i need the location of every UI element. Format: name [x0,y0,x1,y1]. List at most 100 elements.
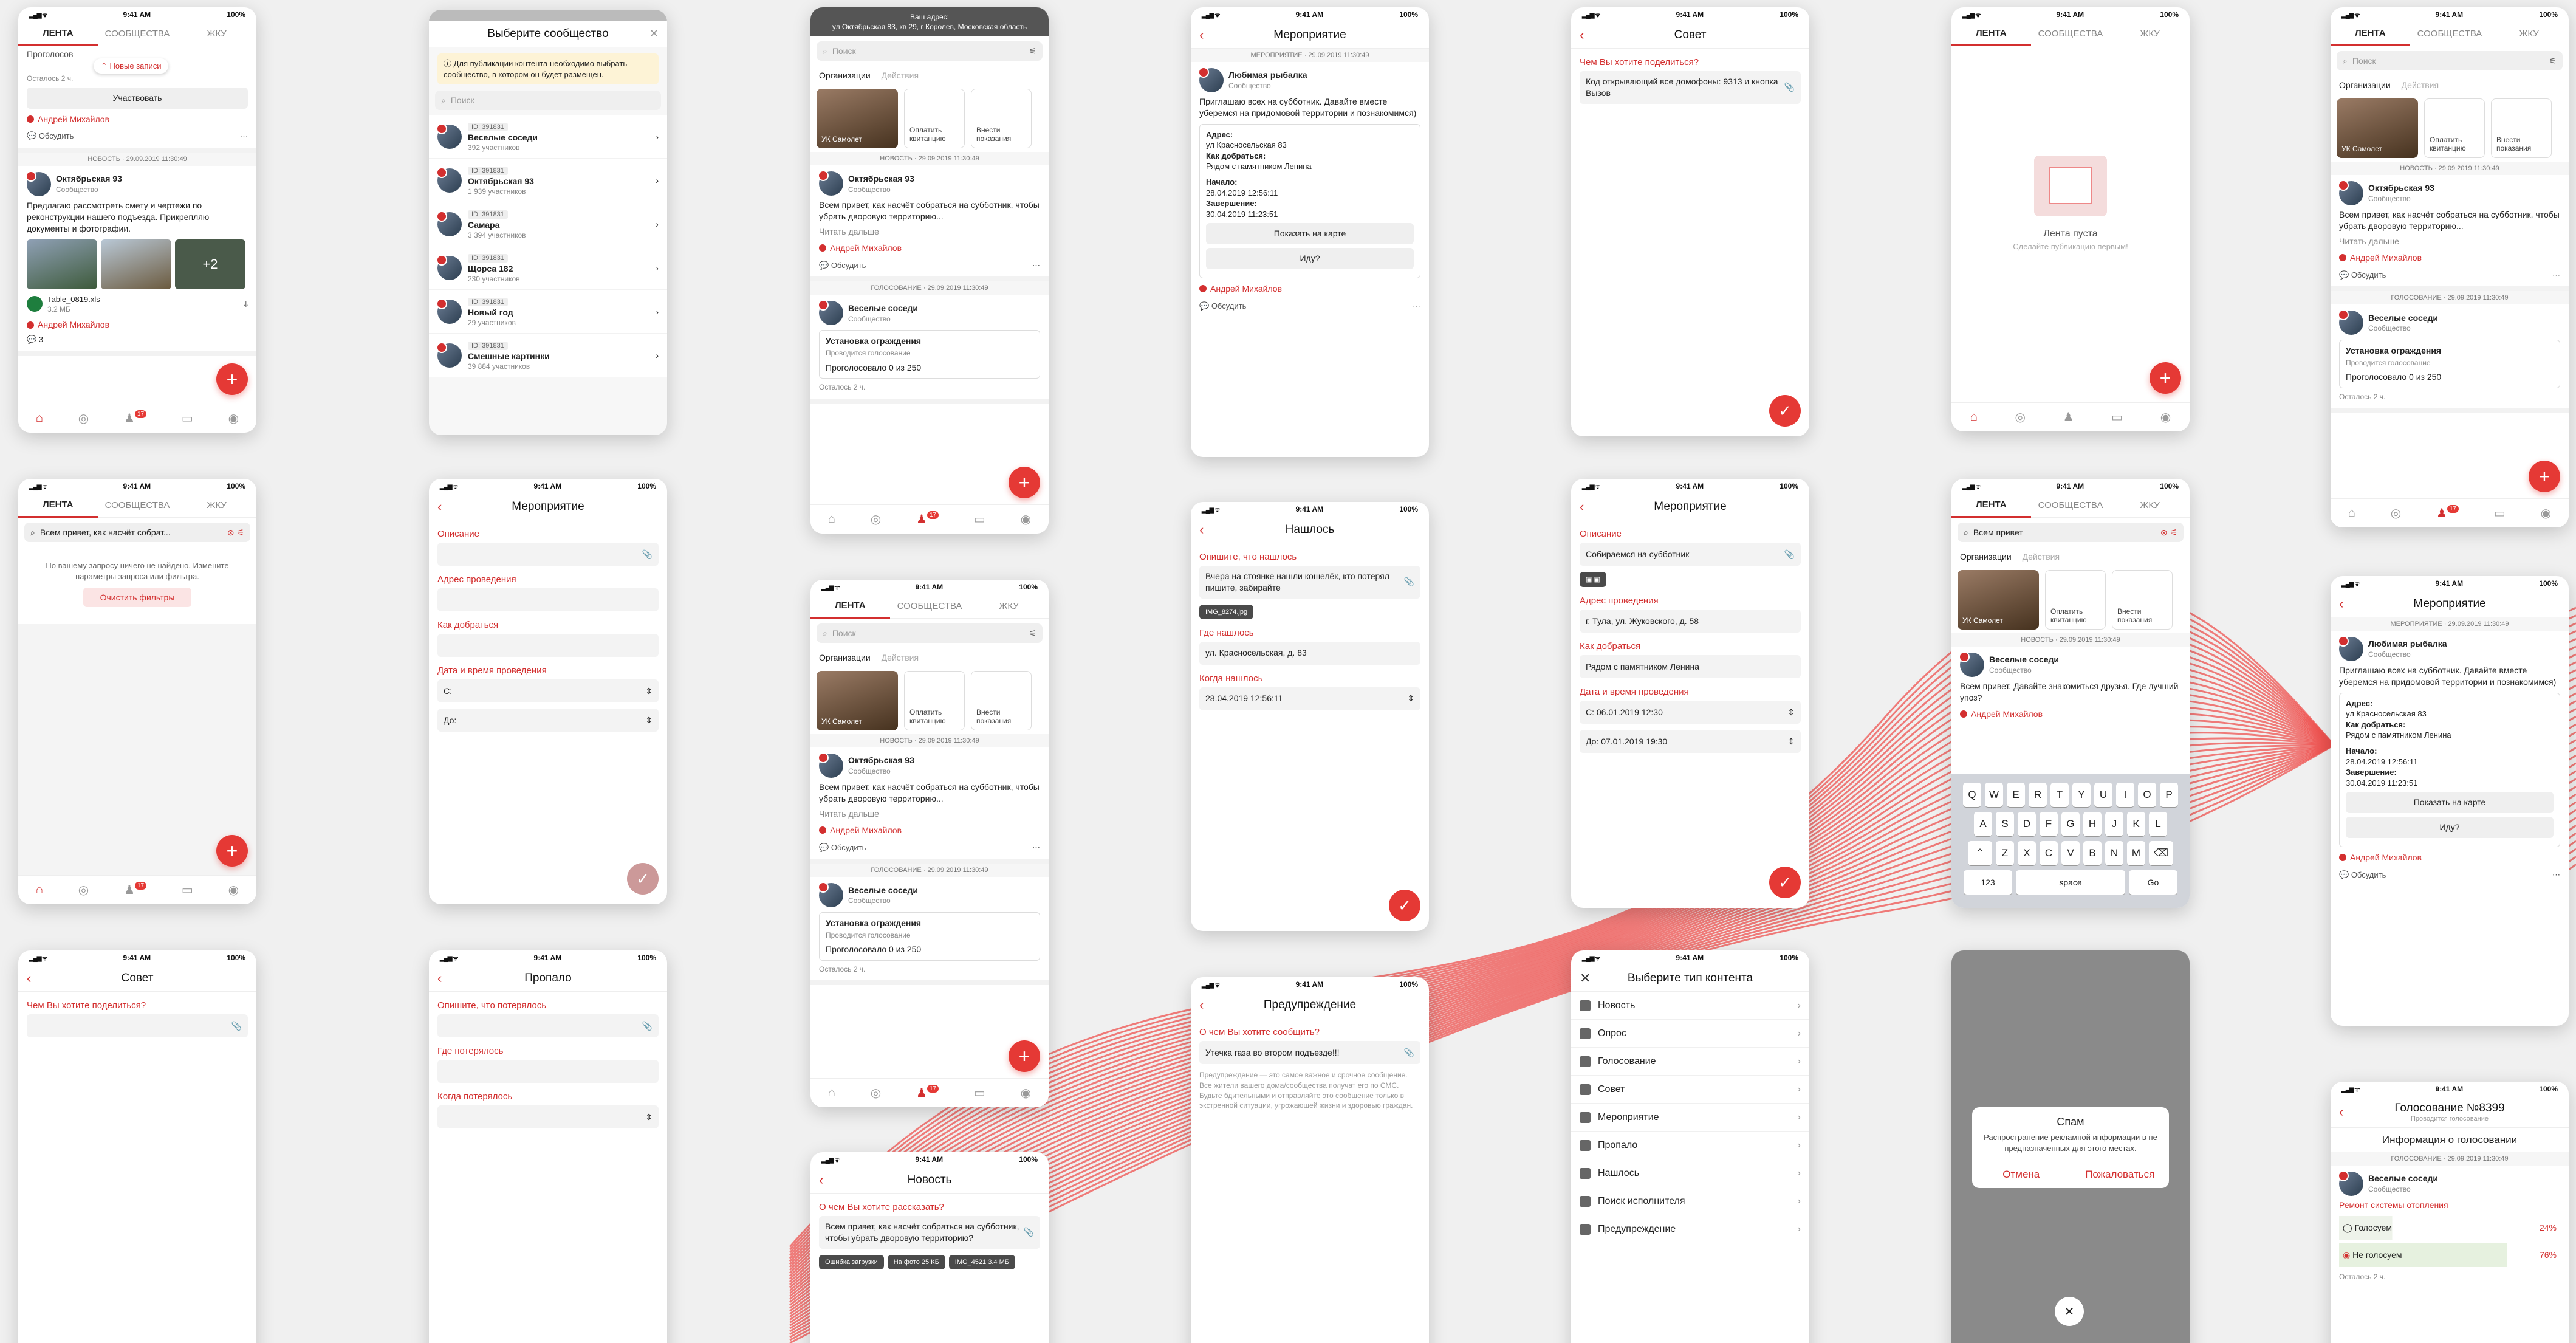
key[interactable]: Z [1996,841,2014,865]
address-input[interactable] [437,588,659,611]
discuss-button[interactable]: 💬 Обсудить [819,842,866,853]
tab-feed[interactable]: ЛЕНТА [1951,22,2031,46]
show-map-button[interactable]: Показать на карте [2346,792,2554,814]
report-button[interactable]: Пожаловаться [2070,1161,2170,1189]
discuss-button[interactable]: 💬 Обсудить [27,131,74,142]
clear-search-icon[interactable]: ⊗ ⚟ [2160,527,2177,538]
vote-option-no[interactable]: ◉ Не голосуем 76% [2339,1243,2560,1267]
submit-button[interactable]: ✓ [1769,395,1801,427]
attach-icon[interactable]: 📎 [1404,1047,1414,1059]
add-button[interactable]: + [1009,467,1040,498]
add-button[interactable]: + [1009,1040,1040,1072]
key[interactable]: U [2094,783,2112,807]
content-type-item[interactable]: Голосование › [1571,1048,1809,1076]
community-name[interactable]: Веселые соседи [2368,1173,2438,1184]
meter-tile[interactable]: Внести показания [971,89,1032,149]
attach-icon[interactable]: 📎 [642,549,653,560]
tab-hoa[interactable]: ЖКУ [969,595,1049,617]
when-input[interactable]: 28.04.2019 12:56:11 ⇕ [1199,687,1420,710]
key[interactable]: Y [2072,783,2091,807]
back-icon[interactable]: ‹ [2339,1104,2343,1120]
chat-icon[interactable]: ▭ [2494,506,2506,521]
back-icon[interactable]: ‹ [437,970,442,986]
author-name[interactable]: Андрей Михайлов [27,319,248,331]
participate-button[interactable]: Участвовать [27,87,248,109]
tab-communities[interactable]: СООБЩЕСТВА [890,595,970,617]
news-input[interactable]: Всем привет, как насчёт собраться на суб… [819,1216,1040,1249]
attach-icon[interactable]: 📎 [1024,1226,1034,1238]
author-name[interactable]: Андрей Михайлов [1960,709,2181,720]
filter-icon[interactable]: ⚟ [1029,46,1036,57]
home-icon[interactable]: ⌂ [36,883,43,897]
more-icon[interactable]: ⋯ [2552,270,2560,281]
org-card[interactable]: УК Самолет [817,89,898,149]
community-name[interactable]: Веселые соседи [2368,312,2438,324]
key[interactable]: S [1996,812,2014,836]
pay-tile[interactable]: Оплатить квитанцию [2045,570,2106,630]
community-item[interactable]: ID: 391831 Щорса 182 230 участников › [429,246,667,290]
tab-communities[interactable]: СООБЩЕСТВА [2031,22,2111,45]
directions-input[interactable] [437,634,659,657]
clear-filters-button[interactable]: Очистить фильтры [83,588,192,608]
date-from[interactable]: С: ⇕ [437,679,659,702]
photo-more[interactable]: +2 [175,239,245,289]
home-icon[interactable]: ⌂ [828,512,835,526]
search-input[interactable]: ⌕ Поиск [435,91,661,111]
shift-key[interactable]: ⇧ [1968,841,1992,865]
author-name[interactable]: Андрей Михайлов [819,825,1040,836]
submit-button[interactable]: ✓ [1389,890,1420,921]
pay-tile[interactable]: Оплатить квитанцию [904,671,965,730]
notifications-icon[interactable]: ♟ 17 [124,410,147,426]
description-input[interactable]: 📎 [437,543,659,566]
tab-hoa[interactable]: ЖКУ [2110,494,2190,517]
attachment-chip[interactable]: На фото 25 КБ [887,1254,945,1269]
tab-communities[interactable]: СООБЩЕСТВА [98,22,177,45]
orgs-tab[interactable]: Организации [819,70,871,80]
description-input[interactable]: Собираемся на субботник 📎 [1580,543,1801,566]
content-type-item[interactable]: Опрос › [1571,1020,1809,1048]
back-icon[interactable]: ‹ [1580,27,1584,43]
back-icon[interactable]: ‹ [1580,499,1584,515]
tab-communities[interactable]: СООБЩЕСТВА [2410,22,2490,45]
community-name[interactable]: Любимая рыбалка [2368,638,2447,650]
more-icon[interactable]: ⋯ [240,131,248,142]
date-from[interactable]: С: 06.01.2019 12:30 ⇕ [1580,701,1801,724]
close-icon[interactable]: ✕ [649,27,659,40]
close-icon[interactable]: ✕ [1580,970,1591,986]
people-icon[interactable]: ♟ [2063,410,2074,425]
back-icon[interactable]: ‹ [2339,596,2343,612]
discuss-button[interactable]: 💬 Обсудить [819,260,866,271]
vote-card[interactable]: Установка ограждения Проводится голосован… [819,330,1040,379]
actions-tab[interactable]: Действия [882,653,919,662]
community-name[interactable]: Октябрьская 93 [56,173,122,185]
key[interactable]: P [2160,783,2178,807]
key[interactable]: T [2050,783,2069,807]
attach-icon[interactable]: 📎 [231,1020,242,1032]
add-button[interactable]: + [2150,362,2181,394]
show-map-button[interactable]: Показать на карте [1206,223,1414,245]
home-icon[interactable]: ⌂ [36,411,43,425]
new-posts-chip[interactable]: ⌃ Новые записи [94,58,169,74]
community-name[interactable]: Веселые соседи [848,885,918,896]
profile-icon[interactable]: ◉ [2541,506,2551,521]
key[interactable]: M [2127,841,2145,865]
community-item[interactable]: ID: 391831 Новый год 29 участников › [429,290,667,334]
add-button[interactable]: + [2529,461,2560,492]
chat-icon[interactable]: ▭ [182,882,193,898]
community-item[interactable]: ID: 391831 Октябрьская 93 1 939 участников… [429,159,667,203]
key[interactable]: N [2105,841,2123,865]
more-icon[interactable]: ⋯ [2552,870,2560,881]
key[interactable]: B [2083,841,2102,865]
author-name[interactable]: Андрей Михайлов [2339,852,2560,864]
content-type-item[interactable]: Нашлось › [1571,1159,1809,1187]
add-button[interactable]: + [216,835,248,867]
orgs-tab[interactable]: Организации [1960,552,2012,562]
key[interactable]: K [2127,812,2145,836]
vote-card[interactable]: Установка ограждения Проводится голосован… [819,912,1040,961]
numbers-key[interactable]: 123 [1964,870,2012,895]
read-more-link[interactable]: Читать дальше [2339,236,2560,247]
discuss-button[interactable]: 💬 Обсудить [1199,301,1246,312]
profile-icon[interactable]: ◉ [228,882,239,898]
lost-input[interactable]: 📎 [437,1014,659,1037]
orgs-tab[interactable]: Организации [2339,80,2391,90]
